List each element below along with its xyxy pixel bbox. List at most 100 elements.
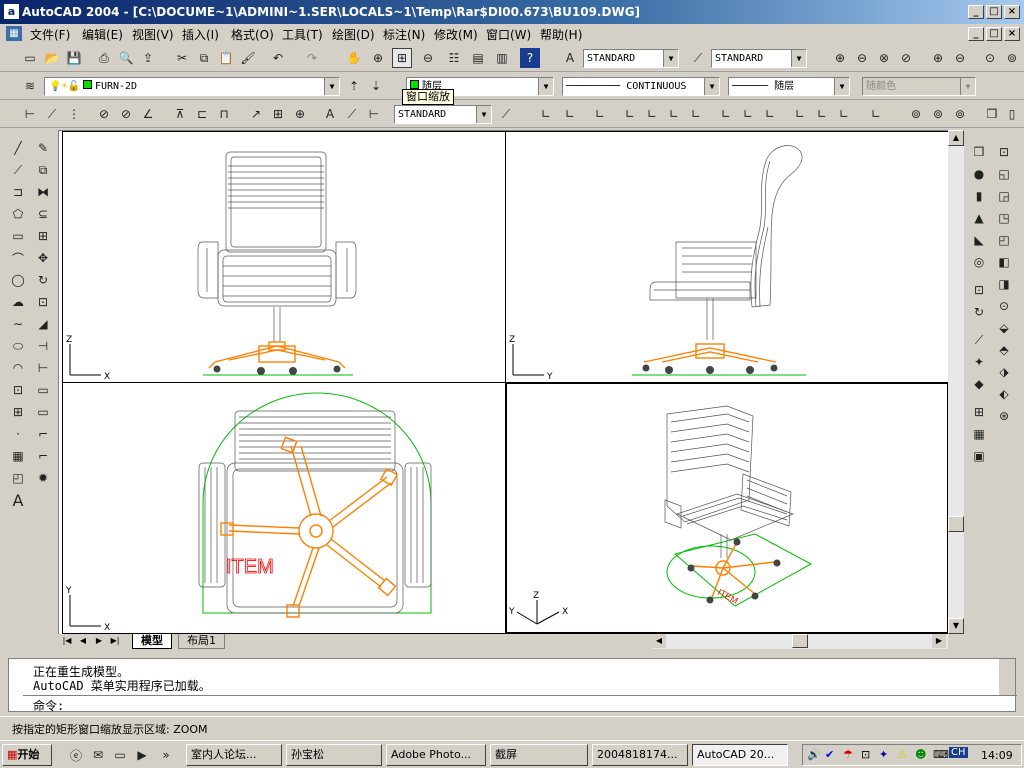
revolve-icon[interactable]: ↻: [969, 302, 989, 322]
zoom-limits-icon[interactable]: ⊚: [1002, 48, 1022, 68]
setup-profile-icon[interactable]: ▣: [969, 446, 989, 466]
menu-insert[interactable]: 插入(I): [182, 26, 219, 43]
zoom-extents-icon[interactable]: ⊘: [896, 48, 916, 68]
more-quicklaunch-icon[interactable]: »: [156, 745, 176, 765]
cylinder-solid-icon[interactable]: ▯: [1002, 104, 1022, 124]
tab-model[interactable]: 模型: [132, 634, 172, 649]
match-properties-icon[interactable]: 🖌: [238, 48, 258, 68]
scroll-down-icon[interactable]: ▼: [948, 618, 964, 634]
dim-update-icon[interactable]: ⊢: [364, 104, 384, 124]
aligned-dim-icon[interactable]: ⟋: [42, 104, 62, 124]
antivirus-icon[interactable]: ✔: [825, 748, 834, 761]
paste-icon[interactable]: 📋: [216, 48, 236, 68]
layer-select[interactable]: 💡☀🔓 FURN-2D ▼: [44, 77, 340, 96]
drawing-area[interactable]: Z X Z Y ITEM Y X ITEM Z Y X: [58, 130, 964, 636]
front-view-icon[interactable]: ◧: [994, 252, 1014, 272]
extend-icon[interactable]: ⊢: [33, 358, 53, 378]
tab-first-icon[interactable]: |◀: [60, 634, 74, 648]
task-forum[interactable]: 室内人论坛...: [186, 744, 282, 766]
text-style-icon[interactable]: A: [560, 48, 580, 68]
diameter-dim-icon[interactable]: ⊘: [116, 104, 136, 124]
open-file-icon[interactable]: 📂: [42, 48, 62, 68]
point-icon[interactable]: ·: [8, 424, 28, 444]
angular-dim-icon[interactable]: ∠: [138, 104, 158, 124]
vertical-scroll-thumb[interactable]: [948, 516, 964, 532]
publish-icon[interactable]: ⇪: [138, 48, 158, 68]
zoom-realtime-icon[interactable]: ⊕: [368, 48, 388, 68]
dim-text-edit-icon[interactable]: ⟋: [342, 104, 362, 124]
linear-dim-icon[interactable]: ⊢: [20, 104, 40, 124]
volume-icon[interactable]: 🔊: [807, 748, 821, 761]
polyline-icon[interactable]: ⊐: [8, 182, 28, 202]
lineweight-select[interactable]: ────── 随层 ▼: [728, 77, 850, 96]
task-autocad[interactable]: AutoCAD 20...: [692, 744, 788, 766]
ucs-apply-icon[interactable]: ∟: [834, 104, 854, 124]
break-at-point-icon[interactable]: ▭: [33, 380, 53, 400]
top-view-icon[interactable]: ◱: [994, 164, 1014, 184]
scroll-left-icon[interactable]: ◀: [652, 634, 666, 648]
copy-object-icon[interactable]: ⧉: [33, 160, 53, 180]
zoom-in-icon[interactable]: ⊕: [830, 48, 850, 68]
dim-style-select[interactable]: STANDARD ▼: [711, 49, 807, 68]
doc-close-icon[interactable]: ×: [1004, 27, 1020, 41]
layer-previous-icon[interactable]: ⇣: [366, 76, 386, 96]
back-view-icon[interactable]: ◨: [994, 274, 1014, 294]
menu-file[interactable]: 文件(F): [30, 26, 70, 43]
zoom-center-icon[interactable]: ⊖: [950, 48, 970, 68]
task-sunbaosong[interactable]: 孙宝松: [286, 744, 382, 766]
ellipse-icon[interactable]: ⬭: [8, 336, 28, 356]
task-screenshot[interactable]: 截屏: [490, 744, 588, 766]
plot-icon[interactable]: ⎙: [94, 48, 114, 68]
pan-realtime-icon[interactable]: ✋: [344, 48, 364, 68]
ordinate-dim-icon[interactable]: ⋮: [64, 104, 84, 124]
properties-icon[interactable]: ☷: [444, 48, 464, 68]
continue-dim-icon[interactable]: ⊓: [214, 104, 234, 124]
intersect-icon[interactable]: ⊚: [950, 104, 970, 124]
se-iso-view-icon[interactable]: ⬘: [994, 340, 1014, 360]
cylinder-icon[interactable]: ▮: [969, 186, 989, 206]
rotate-icon[interactable]: ↻: [33, 270, 53, 290]
design-center-icon[interactable]: ▤: [468, 48, 488, 68]
torus-icon[interactable]: ◎: [969, 252, 989, 272]
horizontal-scroll-thumb[interactable]: [792, 634, 808, 648]
menu-edit[interactable]: 编辑(E): [82, 26, 123, 43]
multiline-text-icon[interactable]: A: [8, 490, 28, 510]
revision-cloud-icon[interactable]: ☁: [8, 292, 28, 312]
right-view-icon[interactable]: ◰: [994, 230, 1014, 250]
menu-modify[interactable]: 修改(M): [434, 26, 478, 43]
fillet-icon[interactable]: ⌐: [33, 446, 53, 466]
redo-icon[interactable]: ↷: [302, 48, 322, 68]
document-icon[interactable]: ▦: [6, 26, 22, 41]
hatch-icon[interactable]: ▦: [8, 446, 28, 466]
task-photoshop[interactable]: Adobe Photo...: [386, 744, 486, 766]
slice-icon[interactable]: ⟋: [969, 330, 989, 350]
chamfer-icon[interactable]: ⌐: [33, 424, 53, 444]
dim-style-combo[interactable]: STANDARD ▼: [394, 105, 492, 124]
break-icon[interactable]: ▭: [33, 402, 53, 422]
sw-iso-view-icon[interactable]: ⬙: [994, 318, 1014, 338]
trim-icon[interactable]: ⊣: [33, 336, 53, 356]
radius-dim-icon[interactable]: ⊘: [94, 104, 114, 124]
zoom-previous-icon[interactable]: ⊖: [418, 48, 438, 68]
doc-restore-icon[interactable]: □: [986, 27, 1002, 41]
quick-dim-icon[interactable]: ⊼: [170, 104, 190, 124]
ucs-manager-icon[interactable]: ∟: [866, 104, 886, 124]
rectangle-icon[interactable]: ▭: [8, 226, 28, 246]
line-icon[interactable]: ╱: [8, 138, 28, 158]
command-prompt[interactable]: 命令:: [33, 697, 64, 714]
vertical-scrollbar[interactable]: ▲ ▼: [948, 130, 964, 636]
extrude-icon[interactable]: ⊡: [969, 280, 989, 300]
zoom-all-icon[interactable]: ⊗: [874, 48, 894, 68]
box-icon[interactable]: ❒: [969, 142, 989, 162]
copy-icon[interactable]: ⧉: [194, 48, 214, 68]
menu-tools[interactable]: 工具(T): [282, 26, 323, 43]
warning-icon[interactable]: ⚠: [897, 748, 907, 761]
ucs-face-icon[interactable]: ∟: [642, 104, 662, 124]
doc-minimize-icon[interactable]: _: [968, 27, 984, 41]
union-icon[interactable]: ⊚: [906, 104, 926, 124]
media-icon[interactable]: ▶: [132, 745, 152, 765]
ucs-zaxis-icon[interactable]: ∟: [716, 104, 736, 124]
make-block-icon[interactable]: ⊞: [8, 402, 28, 422]
menu-format[interactable]: 格式(O): [231, 26, 274, 43]
viewport-top[interactable]: ITEM Y X: [62, 382, 506, 634]
